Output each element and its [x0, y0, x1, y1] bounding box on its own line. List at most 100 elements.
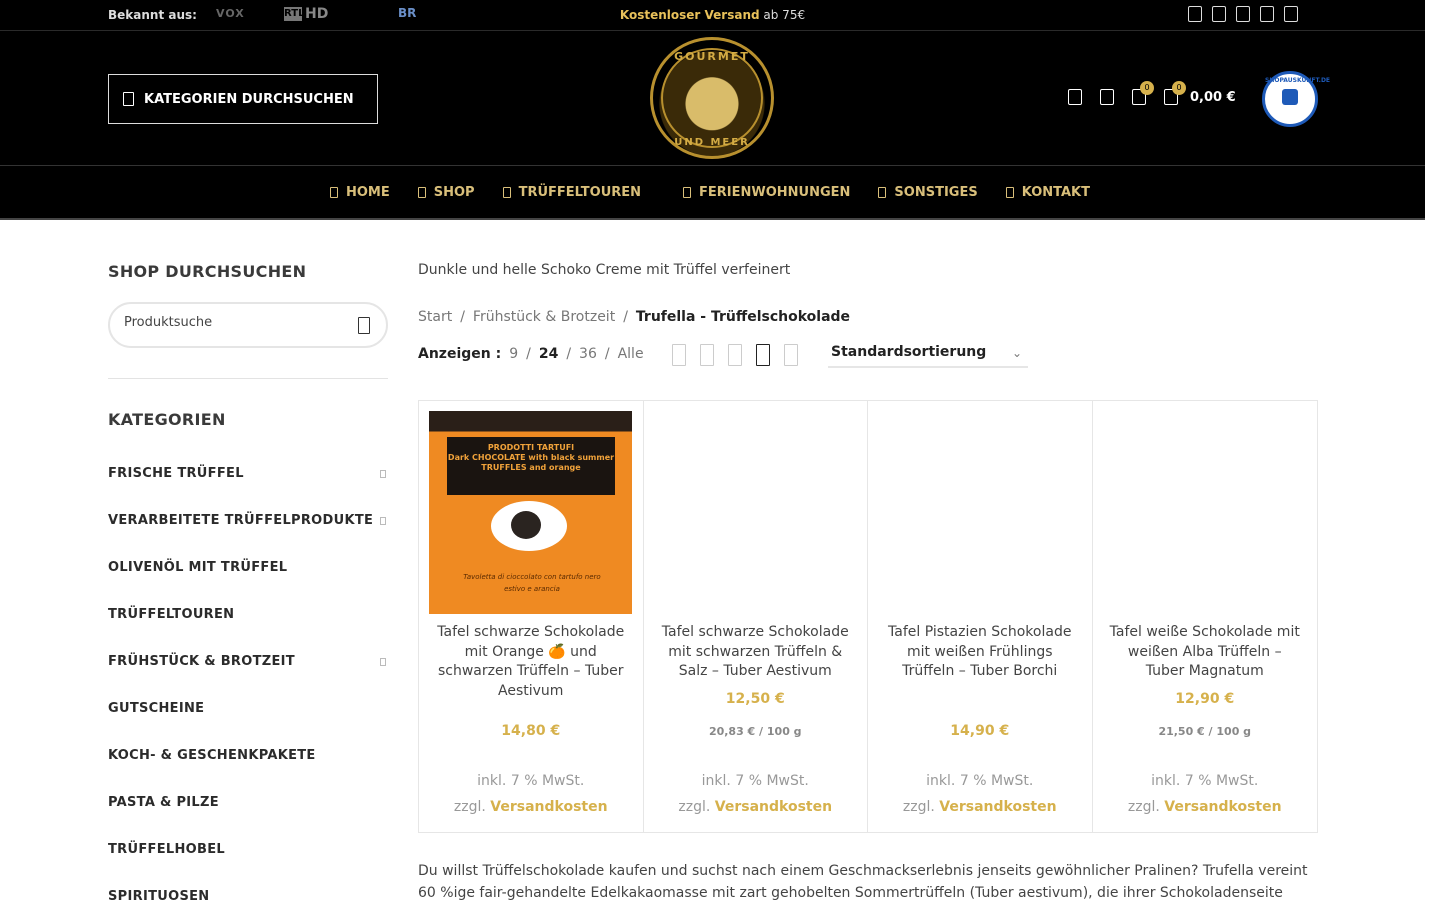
product-card[interactable]: Tafel Pistazien Schokolade mit weißen Fr… — [868, 401, 1093, 832]
shipping-prefix: zzgl. — [678, 799, 715, 815]
breadcrumb-start[interactable]: Start — [418, 309, 452, 325]
product-image[interactable]: PRODOTTI TARTUFI Dark CHOCOLATE with blac… — [429, 411, 632, 614]
shipping-link[interactable]: Versandkosten — [939, 799, 1056, 815]
product-tax: inkl. 7 % MwSt. — [1151, 773, 1259, 789]
label-brand: PRODOTTI TARTUFI — [487, 443, 575, 452]
product-price: 14,80 € — [501, 723, 561, 739]
product-name[interactable]: Tafel schwarze Schokolade mit schwarzen … — [658, 623, 854, 682]
product-image[interactable] — [878, 411, 1081, 614]
category-label: OLIVENÖL MIT TRÜFFEL — [108, 560, 288, 575]
per-page-36[interactable]: 36 — [579, 346, 597, 362]
category-item[interactable]: KOCH- & GESCHENKPAKETE — [108, 732, 388, 779]
instagram-icon[interactable] — [1212, 6, 1226, 22]
shop-icon — [417, 186, 426, 198]
breadcrumb-separator: / — [623, 309, 628, 325]
chocolate-label: PRODOTTI TARTUFI Dark CHOCOLATE with blac… — [447, 437, 615, 495]
product-price: 12,50 € — [725, 691, 785, 707]
seal-check-icon — [1282, 89, 1298, 105]
product-card[interactable]: Tafel weiße Schokolade mit weißen Alba T… — [1093, 401, 1318, 832]
breadcrumb-category[interactable]: Frühstück & Brotzeit — [473, 309, 615, 325]
grid-4-icon[interactable] — [756, 344, 770, 366]
shop-toolbar: Anzeigen : 9 / 24 / 36 / Alle Standardsorti… — [418, 344, 1318, 374]
nav-item-trueffeltouren[interactable]: TRÜFFELTOUREN — [489, 166, 655, 218]
youtube-icon[interactable] — [1236, 6, 1250, 22]
sort-select[interactable]: Standardsortierung ⌄ — [828, 344, 1028, 368]
product-name[interactable]: Tafel schwarze Schokolade mit Orange 🍊 u… — [433, 623, 629, 701]
category-item[interactable]: FRISCHE TRÜFFEL — [108, 450, 388, 497]
category-item[interactable]: TRÜFFELTOUREN — [108, 591, 388, 638]
category-label: VERARBEITETE TRÜFFELPRODUKTE — [108, 513, 374, 528]
shipping-link[interactable]: Versandkosten — [1164, 799, 1281, 815]
categories-title: KATEGORIEN — [108, 410, 226, 429]
account-icon[interactable] — [1100, 89, 1114, 105]
category-item[interactable]: GUTSCHEINE — [108, 685, 388, 732]
product-card[interactable]: Tafel schwarze Schokolade mit schwarzen … — [644, 401, 868, 832]
shopauskunft-seal[interactable]: SHOPAUSKUNFT.DE — [1262, 71, 1330, 127]
shop-search-title: SHOP DURCHSUCHEN — [108, 262, 307, 281]
product-image[interactable] — [1103, 411, 1306, 614]
product-unit-price: 20,83 € / 100 g — [708, 725, 802, 738]
browse-categories-button[interactable]: KATEGORIEN DURCHSUCHEN — [108, 74, 378, 124]
product-tax: inkl. 7 % MwSt. — [926, 773, 1034, 789]
search-submit-icon[interactable] — [358, 317, 370, 334]
per-page-separator: / — [604, 346, 610, 362]
truffle-image — [511, 511, 541, 539]
free-shipping-threshold: ab 75€ — [759, 8, 806, 22]
shipping-link[interactable]: Versandkosten — [715, 799, 832, 815]
nav-item-sonstiges[interactable]: SONSTIGES — [864, 166, 991, 218]
breadcrumb: Start / Frühstück & Brotzeit / Trufella - … — [418, 309, 850, 325]
product-image[interactable] — [654, 411, 857, 614]
shipping-prefix: zzgl. — [902, 799, 940, 815]
logo-ring — [661, 48, 763, 148]
category-item[interactable]: FRÜHSTÜCK & BROTZEIT — [108, 638, 388, 685]
category-intro: Dunkle und helle Schoko Creme mit Trüffe… — [418, 262, 791, 278]
per-page-9[interactable]: 9 — [509, 346, 518, 362]
nav-item-shop[interactable]: SHOP — [404, 166, 489, 218]
chevron-down-icon[interactable] — [380, 516, 386, 525]
product-search-input[interactable] — [124, 315, 344, 330]
product-card[interactable]: PRODOTTI TARTUFI Dark CHOCOLATE with blac… — [419, 401, 644, 832]
nav-label: FERIENWOHNUNGEN — [699, 184, 851, 200]
grid-5-icon[interactable] — [784, 344, 798, 366]
tour-icon — [502, 186, 511, 198]
vox-logo: VOX — [216, 7, 245, 20]
product-name[interactable]: Tafel Pistazien Schokolade mit weißen Fr… — [882, 623, 1078, 682]
category-item[interactable]: VERARBEITETE TRÜFFELPRODUKTE — [108, 497, 388, 544]
category-item[interactable]: OLIVENÖL MIT TRÜFFEL — [108, 544, 388, 591]
category-label: TRÜFFELHOBEL — [108, 842, 225, 857]
per-page-separator: / — [526, 346, 531, 362]
product-price: 14,90 € — [950, 723, 1010, 739]
chevron-down-icon[interactable] — [380, 657, 386, 666]
per-page-all[interactable]: Alle — [618, 346, 644, 362]
cart-icon[interactable]: 0 — [1164, 81, 1186, 105]
per-page-selector: Anzeigen : 9 / 24 / 36 / Alle — [418, 346, 644, 362]
grid-2-icon[interactable] — [700, 344, 714, 366]
product-grid: PRODOTTI TARTUFI Dark CHOCOLATE with blac… — [418, 400, 1318, 833]
wishlist-icon[interactable]: 0 — [1132, 81, 1154, 105]
pinterest-icon[interactable] — [1260, 6, 1274, 22]
per-page-24[interactable]: 24 — [539, 346, 558, 362]
free-shipping-bold: Kostenloser Versand — [619, 8, 760, 22]
whatsapp-icon[interactable] — [1284, 6, 1298, 22]
shipping-link[interactable]: Versandkosten — [490, 799, 607, 815]
list-view-icon[interactable] — [672, 344, 686, 366]
product-name[interactable]: Tafel weiße Schokolade mit weißen Alba T… — [1107, 623, 1304, 682]
cart-count-badge: 0 — [1172, 81, 1186, 95]
category-item[interactable]: PASTA & PILZE — [108, 779, 388, 826]
product-price: 12,90 € — [1175, 691, 1235, 707]
nav-item-kontakt[interactable]: KONTAKT — [992, 166, 1104, 218]
facebook-icon[interactable] — [1188, 6, 1202, 22]
site-logo[interactable]: GOURMET UND MEER — [650, 37, 774, 159]
site-header: KATEGORIEN DURCHSUCHEN GOURMET UND MEER … — [0, 31, 1425, 166]
grid-3-icon[interactable] — [728, 344, 742, 366]
label-text: Dark CHOCOLATE with black summer TRUFFLE… — [447, 453, 615, 472]
chevron-down-icon[interactable] — [380, 469, 386, 478]
cart-total[interactable]: 0,00 € — [1190, 90, 1236, 105]
category-item[interactable]: SPIRITUOSEN — [108, 873, 388, 920]
rtl-hd-logo: RTL HD — [284, 7, 328, 22]
nav-item-ferienwohnungen[interactable]: FERIENWOHNUNGEN — [655, 166, 864, 218]
search-icon[interactable] — [1068, 89, 1082, 105]
category-item[interactable]: TRÜFFELHOBEL — [108, 826, 388, 873]
nav-label: KONTAKT — [1021, 184, 1090, 200]
nav-item-home[interactable]: HOME — [316, 166, 404, 218]
